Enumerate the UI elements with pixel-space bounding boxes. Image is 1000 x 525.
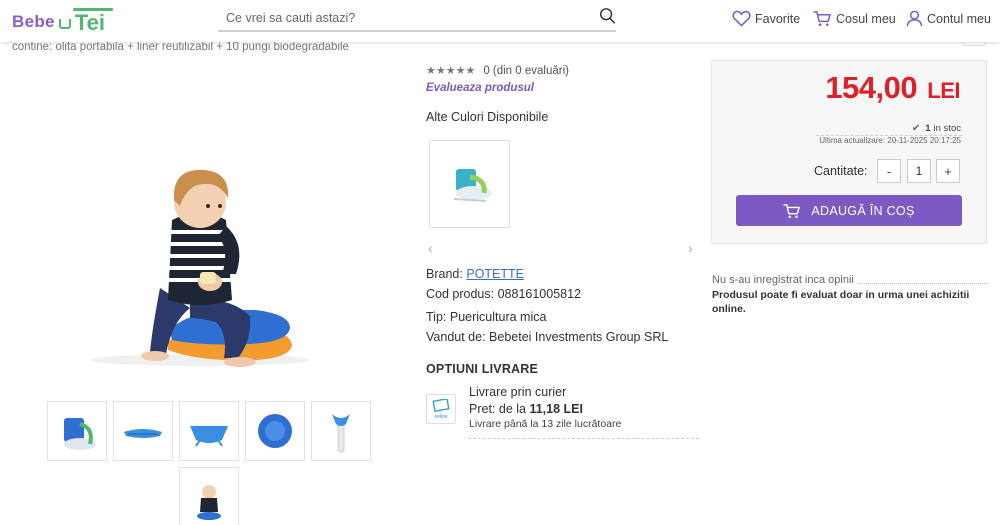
thumbnail-2[interactable] (113, 401, 173, 461)
heart-icon (732, 10, 751, 27)
color-variant-card[interactable] (429, 140, 510, 228)
site-logo[interactable]: Bebe Tei (12, 6, 113, 35)
no-reviews-row: Nu s-au inregistrat inca opinii (712, 274, 987, 286)
delivery-options-title: OPTIUNI LIVRARE (426, 362, 539, 376)
courier-price-value: 11,18 LEI (529, 402, 583, 416)
cart-icon (813, 11, 831, 26)
rating-summary: ★★★★★ 0 (din 0 evaluări) (426, 64, 569, 78)
product-type-row: Tip: Puericultura mica (426, 310, 546, 324)
thumbnail-image (124, 429, 162, 438)
product-code-value: 088161005812 (497, 287, 582, 301)
thumbnail-image (64, 418, 96, 450)
product-type-value: Puericultura mica (449, 310, 547, 324)
color-variant-image (453, 169, 492, 202)
product-code-label: Cod produs: (426, 287, 495, 301)
no-reviews-text: Nu s-au inregistrat inca opinii (712, 274, 854, 286)
brand-link[interactable]: POTETTE (466, 267, 524, 281)
cart-icon (783, 203, 801, 218)
price-currency: LEI (927, 78, 960, 103)
delivery-divider (468, 438, 699, 439)
site-header: Bebe Tei Favorite Cosul meu Contul meu (0, 0, 1000, 42)
carousel-prev-button[interactable]: ‹ (428, 240, 433, 256)
search-bar (218, 4, 616, 32)
courier-price-label: Pret: de la (469, 402, 526, 416)
thumbnail-3[interactable] (179, 401, 239, 461)
price-value: 154,00 (825, 70, 918, 105)
quantity-label: Cantitate: (814, 164, 868, 178)
no-reviews-divider (857, 282, 987, 284)
monitor-icon (432, 398, 450, 412)
account-link[interactable]: Contul meu (906, 10, 991, 27)
check-icon: ✔ (911, 123, 921, 134)
add-to-cart-button[interactable]: ADAUGĂ ÎN COȘ (736, 195, 962, 226)
favorites-link[interactable]: Favorite (732, 10, 800, 27)
product-code-row: Cod produs: 088161005812 (426, 287, 581, 301)
stock-status: ✔ 1 in stoc (912, 123, 961, 134)
courier-name: Livrare prin curier (469, 385, 567, 399)
add-to-cart-label: ADAUGĂ ÎN COȘ (811, 203, 915, 218)
review-note: Produsul poate fi evaluat doar in urma u… (712, 289, 970, 315)
stock-text: in stoc (933, 123, 961, 134)
thumbnail-image (332, 414, 350, 453)
quantity-input[interactable] (907, 159, 931, 183)
thumbnail-4[interactable] (245, 401, 305, 461)
logo-text-tei: Tei (72, 8, 113, 35)
quantity-decrease-button[interactable]: - (877, 159, 901, 183)
thumbnail-image (190, 426, 228, 447)
search-input[interactable] (226, 8, 586, 28)
courier-delivery-time: Livrare până la 13 zile lucrătoare (469, 418, 622, 430)
user-icon (906, 10, 923, 27)
buy-panel: 154,00 LEI ✔ 1 in stoc Ultima actualizar… (711, 60, 987, 244)
thumbnail-image (197, 485, 221, 520)
brand-row: Brand: POTETTE (426, 267, 524, 281)
logo-text-bebe: Bebe (12, 12, 55, 31)
main-product-image[interactable] (40, 60, 366, 390)
cart-link[interactable]: Cosul meu (813, 10, 896, 27)
stock-count: 1 (925, 123, 931, 134)
last-updated: Ultima actualizare: 20-11-2025 20:17:25 (819, 136, 961, 145)
courier-icon-label: online (434, 413, 448, 420)
carousel-next-button[interactable]: › (688, 240, 693, 256)
seller-label: Vandut de: (426, 330, 486, 344)
thumbnail-5[interactable] (311, 401, 371, 461)
product-price: 154,00 LEI (825, 70, 960, 106)
search-icon[interactable] (598, 7, 616, 25)
quantity-increase-button[interactable]: + (936, 159, 960, 183)
thumbnail-6[interactable] (179, 467, 239, 525)
thumbnail-1[interactable] (47, 401, 107, 461)
favorites-label: Favorite (755, 11, 801, 26)
brand-label: Brand: (426, 267, 463, 281)
alt-colors-title: Alte Culori Disponibile (426, 110, 549, 124)
courier-price-row: Pret: de la 11,18 LEI (469, 402, 583, 416)
logo-cart-icon (58, 19, 71, 29)
cart-label: Cosul meu (836, 11, 896, 26)
seller-row: Vandut de: Bebetei Investments Group SRL (426, 330, 668, 344)
evaluate-product-link[interactable]: Evalueaza produsul (426, 82, 534, 94)
product-type-label: Tip: (426, 310, 447, 324)
courier-icon: online (426, 394, 456, 424)
account-label: Contul meu (927, 11, 991, 26)
seller-value: Bebetei Investments Group SRL (489, 330, 669, 344)
product-subtitle: contine: olita portabila + liner reutili… (12, 41, 349, 53)
thumbnail-image (258, 414, 292, 448)
rating-stars: ★★★★★ (426, 65, 476, 77)
rating-count: 0 (din 0 evaluări) (483, 64, 569, 77)
